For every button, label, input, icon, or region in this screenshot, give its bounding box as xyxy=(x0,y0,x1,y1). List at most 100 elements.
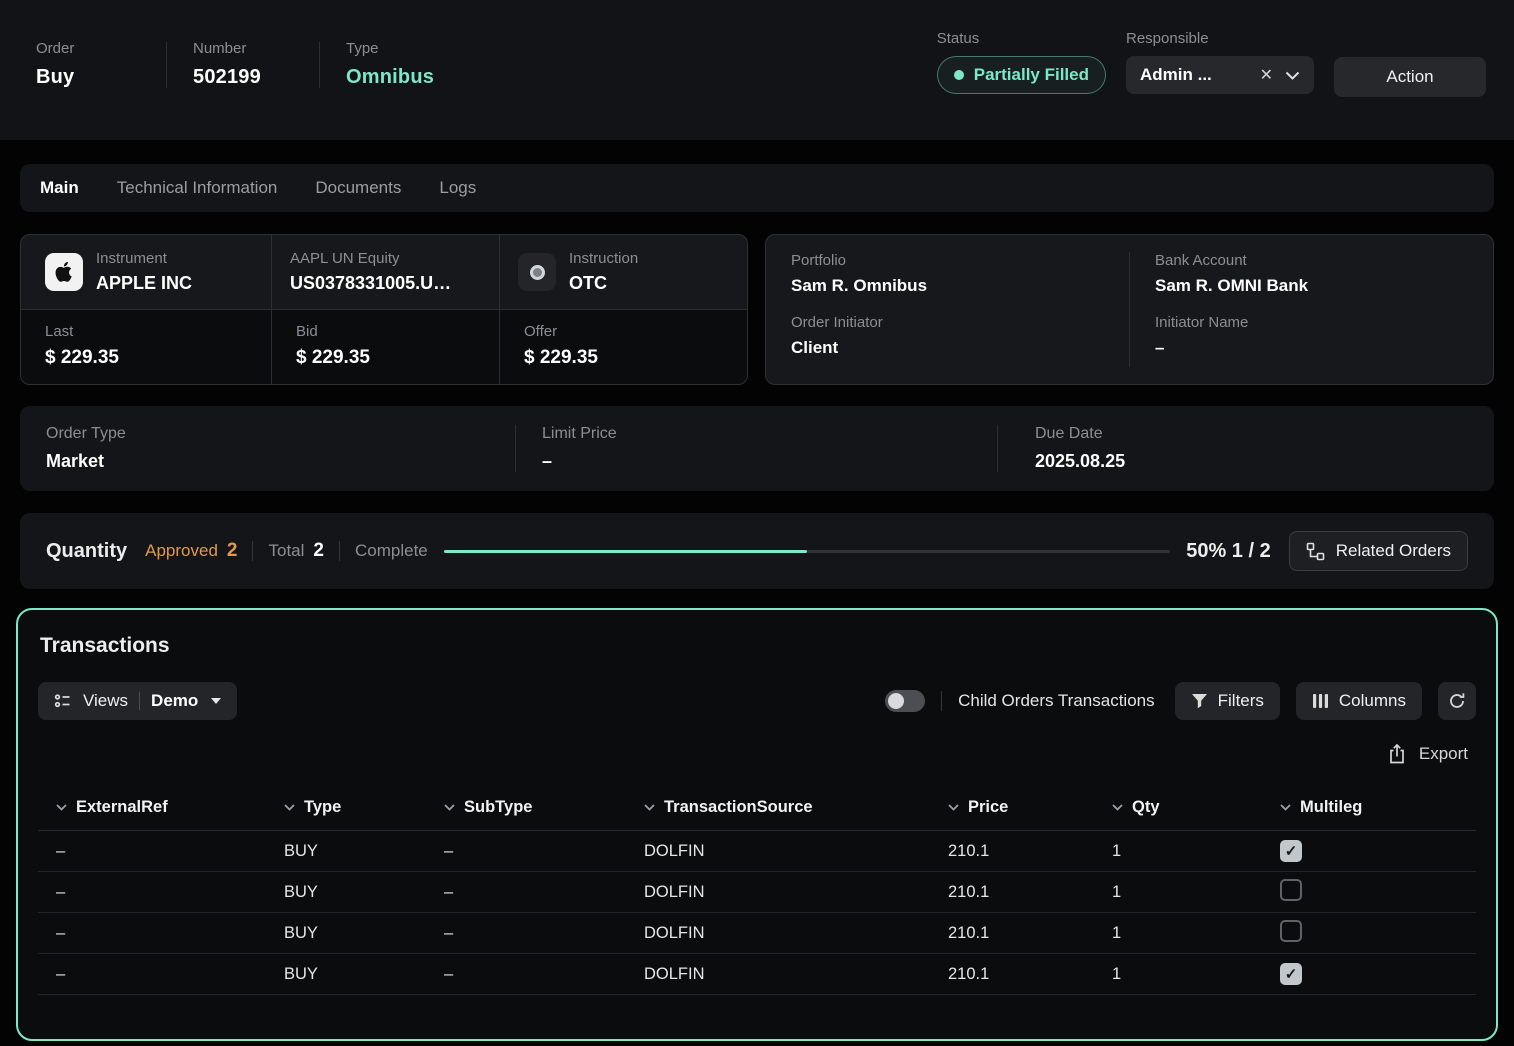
caret-down-icon xyxy=(211,698,221,704)
order-number-value: 502199 xyxy=(193,66,293,89)
complete-label: Complete xyxy=(355,541,428,561)
multileg-checkbox[interactable] xyxy=(1280,879,1302,901)
cell-price: 210.1 xyxy=(948,965,1112,984)
views-dropdown[interactable]: Views Demo xyxy=(38,682,237,720)
last-price-field: Last $ 229.35 xyxy=(21,310,271,384)
status-label: Status xyxy=(937,30,1106,47)
portfolio-column: Portfolio Sam R. Omnibus Order Initiator… xyxy=(766,252,1129,367)
instruction-value: OTC xyxy=(569,273,638,294)
cell-type: BUY xyxy=(284,924,444,943)
cell-qty: 1 xyxy=(1112,883,1280,902)
bank-account-column: Bank Account Sam R. OMNI Bank Initiator … xyxy=(1129,252,1493,367)
toolbar-right: Child Orders Transactions Filters Column… xyxy=(885,682,1476,720)
order-initiator-value: Client xyxy=(791,338,1104,358)
order-summary: Order Buy Number 502199 Type Omnibus xyxy=(36,26,434,89)
column-header-externalref[interactable]: ExternalRef xyxy=(56,798,284,817)
views-icon xyxy=(54,692,72,710)
order-type-detail-field: Order Type Market xyxy=(20,425,515,472)
tab-main[interactable]: Main xyxy=(40,178,79,198)
bid-value: $ 229.35 xyxy=(296,347,481,369)
status-badge: Partially Filled xyxy=(937,56,1106,94)
column-header-qty[interactable]: Qty xyxy=(1112,798,1280,817)
tab-documents[interactable]: Documents xyxy=(315,178,401,198)
column-menu-icon xyxy=(284,804,295,811)
order-type-detail-label: Order Type xyxy=(46,425,489,443)
column-header-type[interactable]: Type xyxy=(284,798,444,817)
column-header-multileg[interactable]: Multileg xyxy=(1280,798,1476,817)
instrument-label: Instrument xyxy=(96,250,192,267)
order-type-field: Type Omnibus xyxy=(346,40,434,89)
instrument-top: Instrument APPLE INC AAPL UN Equity US03… xyxy=(21,235,747,309)
child-orders-toggle-label: Child Orders Transactions xyxy=(958,691,1155,711)
instruction-field: Instruction OTC xyxy=(569,250,638,294)
tab-technical-information[interactable]: Technical Information xyxy=(117,178,278,198)
chevron-down-icon[interactable] xyxy=(1285,71,1300,80)
multileg-checkbox[interactable] xyxy=(1280,963,1302,985)
order-side-value: Buy xyxy=(36,66,140,89)
initiator-name-label: Initiator Name xyxy=(1155,314,1468,331)
instrument-field: Instrument APPLE INC xyxy=(96,250,192,294)
transactions-panel: Transactions Views Demo Child Orders Tra… xyxy=(16,608,1498,1041)
limit-price-label: Limit Price xyxy=(542,425,971,443)
table-row[interactable]: – BUY – DOLFIN 210.1 1 xyxy=(38,831,1476,872)
status-block: Status Partially Filled xyxy=(937,30,1106,94)
columns-button[interactable]: Columns xyxy=(1296,682,1422,720)
header-actions: Status Partially Filled Responsible Admi… xyxy=(937,26,1486,97)
clear-icon[interactable]: ✕ xyxy=(1260,65,1273,85)
multileg-checkbox[interactable] xyxy=(1280,840,1302,862)
record-dot-icon xyxy=(530,265,545,280)
instruction-icon xyxy=(518,253,556,291)
bid-price-field: Bid $ 229.35 xyxy=(271,310,499,384)
offer-label: Offer xyxy=(524,323,729,340)
vertical-divider xyxy=(166,42,167,88)
columns-icon xyxy=(1312,693,1329,709)
order-number-label: Number xyxy=(193,40,293,57)
action-button[interactable]: Action xyxy=(1334,57,1486,97)
multileg-checkbox[interactable] xyxy=(1280,920,1302,942)
column-menu-icon xyxy=(644,804,655,811)
related-orders-button[interactable]: Related Orders xyxy=(1289,531,1468,571)
bank-account-label: Bank Account xyxy=(1155,252,1468,269)
responsible-label: Responsible xyxy=(1126,30,1314,47)
order-type-value: Omnibus xyxy=(346,66,434,89)
instrument-card: Instrument APPLE INC AAPL UN Equity US03… xyxy=(20,234,748,385)
quantity-row: Quantity Approved 2 Total 2 Complete 50%… xyxy=(20,513,1494,589)
responsible-select[interactable]: Admin ... ✕ xyxy=(1126,56,1314,94)
column-menu-icon xyxy=(56,804,67,811)
order-initiator-label: Order Initiator xyxy=(791,314,1104,331)
progress-bar xyxy=(444,550,1170,553)
column-header-price[interactable]: Price xyxy=(948,798,1112,817)
order-type-detail-value: Market xyxy=(46,451,489,472)
cell-external-ref: – xyxy=(56,965,284,984)
ticker-label: AAPL UN Equity xyxy=(290,250,451,267)
table-row[interactable]: – BUY – DOLFIN 210.1 1 xyxy=(38,954,1476,995)
status-dot-icon xyxy=(954,70,964,80)
order-number-field: Number 502199 xyxy=(193,40,293,89)
offer-price-field: Offer $ 229.35 xyxy=(499,310,747,384)
cell-transaction-source: DOLFIN xyxy=(644,965,948,984)
approved-label: Approved xyxy=(145,541,218,561)
order-details-row: Order Type Market Limit Price – Due Date… xyxy=(20,406,1494,491)
table-row[interactable]: – BUY – DOLFIN 210.1 1 xyxy=(38,872,1476,913)
column-header-subtype[interactable]: SubType xyxy=(444,798,644,817)
price-strip: Last $ 229.35 Bid $ 229.35 Offer $ 229.3… xyxy=(21,309,747,384)
info-row: Instrument APPLE INC AAPL UN Equity US03… xyxy=(20,234,1494,385)
column-menu-icon xyxy=(1112,804,1123,811)
tab-logs[interactable]: Logs xyxy=(439,178,476,198)
cell-qty: 1 xyxy=(1112,842,1280,861)
child-orders-toggle[interactable] xyxy=(885,690,925,712)
export-label: Export xyxy=(1419,744,1468,764)
column-menu-icon xyxy=(948,804,959,811)
table-row[interactable]: – BUY – DOLFIN 210.1 1 xyxy=(38,913,1476,954)
cell-type: BUY xyxy=(284,965,444,984)
order-side-label: Order xyxy=(36,40,140,57)
limit-price-field: Limit Price – xyxy=(515,425,997,472)
cell-multileg xyxy=(1280,963,1476,985)
instruction-segment: Instruction OTC xyxy=(499,235,747,309)
filters-button[interactable]: Filters xyxy=(1175,682,1280,720)
cell-qty: 1 xyxy=(1112,924,1280,943)
transactions-title: Transactions xyxy=(38,630,1476,658)
refresh-button[interactable] xyxy=(1438,682,1476,720)
column-header-transactionsource[interactable]: TransactionSource xyxy=(644,798,948,817)
export-button[interactable]: Export xyxy=(1387,743,1468,765)
